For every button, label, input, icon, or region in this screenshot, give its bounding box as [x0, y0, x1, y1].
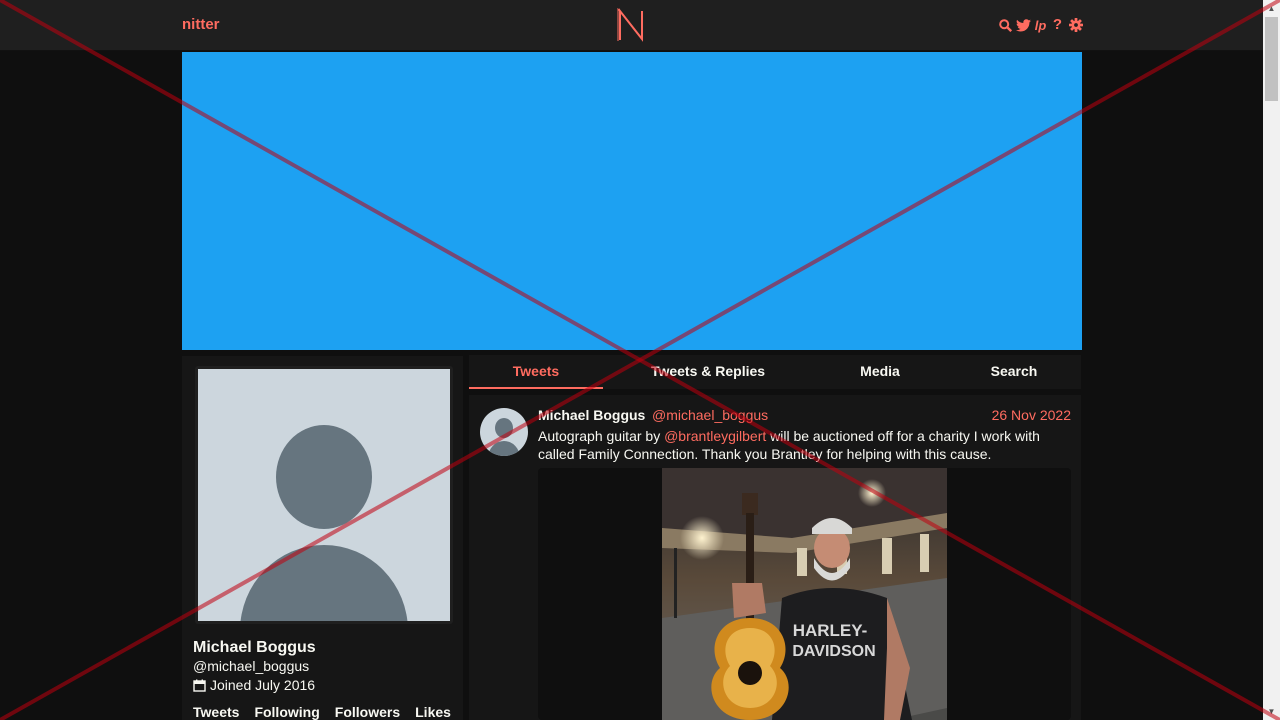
page-scrollbar[interactable]: ▲ ▼: [1263, 0, 1280, 720]
tab-search[interactable]: Search: [947, 355, 1081, 389]
liberapay-icon[interactable]: lp: [1034, 17, 1047, 33]
help-icon[interactable]: ?: [1050, 17, 1065, 33]
default-avatar-icon: [480, 408, 528, 456]
tweet-date[interactable]: 26 Nov 2022: [992, 407, 1071, 423]
svg-text:DAVIDSON: DAVIDSON: [792, 643, 875, 660]
settings-gear-icon[interactable]: [1068, 17, 1083, 33]
profile-avatar[interactable]: [195, 366, 453, 624]
tab-tweets[interactable]: Tweets: [469, 355, 603, 389]
profile-stats: Tweets Following Followers Likes: [193, 704, 451, 720]
nitter-logo-icon[interactable]: [617, 8, 645, 42]
default-avatar-icon: [198, 369, 450, 621]
tab-tweets-replies[interactable]: Tweets & Replies: [603, 355, 813, 389]
svg-text:HARLEY-: HARLEY-: [793, 621, 868, 640]
profile-banner[interactable]: [182, 52, 1082, 350]
mention-link[interactable]: @brantleygilbert: [664, 428, 766, 444]
joined-date-text: Joined July 2016: [210, 677, 316, 693]
tweet-media: HARLEY- DAVIDSON: [538, 468, 1071, 720]
tweet-username[interactable]: @michael_boggus: [652, 407, 768, 423]
tweet-fullname[interactable]: Michael Boggus: [538, 407, 645, 423]
top-navbar: nitter lp ?: [0, 0, 1263, 51]
scroll-down-arrow-icon[interactable]: ▼: [1263, 703, 1280, 720]
twitter-bird-icon[interactable]: [1016, 17, 1031, 33]
stat-following[interactable]: Following: [254, 704, 319, 720]
nav-icon-group: lp ?: [998, 16, 1083, 34]
tweet-item[interactable]: Michael Boggus @michael_boggus 26 Nov 20…: [469, 395, 1081, 720]
profile-card: Michael Boggus @michael_boggus Joined Ju…: [182, 356, 463, 720]
timeline-tabs: Tweets Tweets & Replies Media Search: [469, 355, 1081, 389]
tab-media[interactable]: Media: [813, 355, 947, 389]
scroll-thumb[interactable]: [1265, 17, 1278, 101]
tweet-text-part: Autograph guitar by: [538, 428, 665, 444]
profile-joined: Joined July 2016: [193, 677, 315, 693]
calendar-icon: [193, 679, 206, 692]
tweet-content: Autograph guitar by @brantleygilbert wil…: [538, 427, 1078, 463]
tweet-avatar[interactable]: [480, 408, 528, 456]
search-icon[interactable]: [998, 17, 1013, 33]
stat-followers[interactable]: Followers: [335, 704, 400, 720]
profile-fullname[interactable]: Michael Boggus: [193, 639, 316, 657]
stat-tweets[interactable]: Tweets: [193, 704, 239, 720]
tweet-photo[interactable]: HARLEY- DAVIDSON: [662, 468, 947, 720]
stat-likes[interactable]: Likes: [415, 704, 451, 720]
scroll-up-arrow-icon[interactable]: ▲: [1263, 0, 1280, 17]
profile-username[interactable]: @michael_boggus: [193, 658, 309, 674]
nitter-home-link[interactable]: nitter: [182, 16, 220, 33]
